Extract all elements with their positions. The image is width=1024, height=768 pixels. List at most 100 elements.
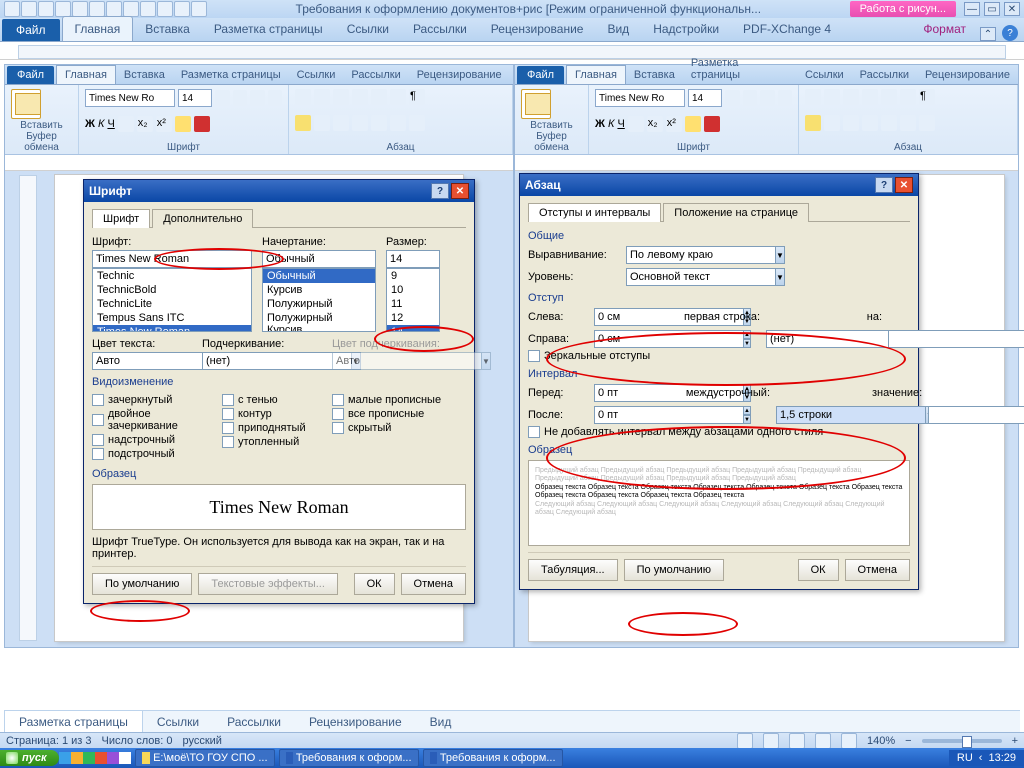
quicklaunch-icon[interactable] (83, 752, 95, 764)
quicklaunch-icon[interactable] (107, 752, 119, 764)
tab-pagelayout[interactable]: Разметка страницы (202, 17, 335, 41)
view-read-icon[interactable] (763, 733, 779, 749)
tray-clock[interactable]: 13:29 (988, 752, 1016, 764)
before-spinner[interactable]: ▲▼ (594, 384, 664, 402)
taskbar-item-explorer[interactable]: E:\моё\ТО ГОУ СПО ... (135, 749, 275, 767)
inner-tab-refs[interactable]: Ссылки (143, 711, 213, 733)
font-cancel-button[interactable]: Отмена (401, 573, 466, 595)
view-print-icon[interactable] (737, 733, 753, 749)
chk-shadow[interactable]: с тенью (222, 394, 332, 406)
tab-home[interactable]: Главная (62, 16, 134, 41)
chk-noadd-spacing[interactable]: Не добавлять интервал между абзацами одн… (528, 426, 910, 438)
minimize-button[interactable]: — (964, 2, 980, 16)
firstline-by-spinner[interactable]: ▲▼ (888, 330, 928, 348)
system-tray[interactable]: RU ‹ 13:29 (949, 750, 1024, 766)
style-listbox[interactable]: Обычный Курсив Полужирный Полужирный Кур… (262, 268, 376, 332)
restore-button[interactable]: ▭ (984, 2, 1000, 16)
chk-smallcaps[interactable]: малые прописные (332, 394, 452, 406)
quicklaunch-icon[interactable] (71, 752, 83, 764)
tab-review[interactable]: Рецензирование (479, 17, 596, 41)
quicklaunch-icon[interactable] (119, 752, 131, 764)
help-icon[interactable]: ? (1002, 25, 1018, 41)
close-button[interactable]: ✕ (1004, 2, 1020, 16)
chk-outline[interactable]: контур (222, 408, 332, 420)
tab-pdfxchange[interactable]: PDF-XChange 4 (731, 17, 843, 41)
preview-icon[interactable] (72, 1, 88, 17)
para-ok-button[interactable]: ОК (798, 559, 839, 581)
dialog-help-icon[interactable]: ? (431, 183, 449, 199)
start-button[interactable]: пуск (0, 750, 59, 766)
status-lang[interactable]: русский (182, 735, 221, 747)
underline-combo[interactable]: ▼ (202, 352, 322, 370)
tab-mailings[interactable]: Рассылки (401, 17, 479, 41)
size-input[interactable] (386, 250, 440, 268)
status-page[interactable]: Страница: 1 из 3 (6, 735, 92, 747)
tray-chevron-icon[interactable]: ‹ (979, 752, 983, 764)
save-icon[interactable] (21, 1, 37, 17)
taskbar-item-word1[interactable]: Требования к оформ... (279, 749, 419, 767)
font-color-combo[interactable]: ▼ (92, 352, 192, 370)
alignment-combo[interactable]: ▼ (626, 246, 746, 264)
chk-dstrike[interactable]: двойное зачеркивание (92, 408, 222, 432)
dialog-help-icon[interactable]: ? (875, 177, 893, 193)
outline-combo[interactable]: ▼ (626, 268, 746, 286)
view-draft-icon[interactable] (841, 733, 857, 749)
chk-mirror-indents[interactable]: Зеркальные отступы (528, 350, 910, 362)
chk-strike[interactable]: зачеркнутый (92, 394, 222, 406)
chk-engrave[interactable]: утопленный (222, 436, 332, 448)
chk-allcaps[interactable]: все прописные (332, 408, 452, 420)
linespacing-at-spinner[interactable]: ▲▼ (928, 406, 968, 424)
tab-view[interactable]: Вид (595, 17, 641, 41)
view-web-icon[interactable] (789, 733, 805, 749)
indent-left-spinner[interactable]: ▲▼ (594, 308, 664, 326)
inner-tab-mail[interactable]: Рассылки (213, 711, 295, 733)
dialog-close-icon[interactable]: ✕ (451, 183, 469, 199)
quickprint-icon[interactable] (106, 1, 122, 17)
ribbon-minimize-icon[interactable]: ⌃ (980, 27, 996, 41)
undo-icon[interactable] (140, 1, 156, 17)
size-listbox[interactable]: 9 10 11 12 14 (386, 268, 440, 332)
firstline-combo[interactable]: ▼ (766, 330, 846, 348)
font-dlg-tab-adv[interactable]: Дополнительно (152, 209, 253, 228)
zoom-slider[interactable] (922, 739, 1002, 743)
linespacing-combo[interactable]: ▼ (776, 406, 866, 424)
print-icon[interactable] (89, 1, 105, 17)
font-dialog-titlebar[interactable]: Шрифт ? ✕ (84, 180, 474, 202)
para-cancel-button[interactable]: Отмена (845, 559, 910, 581)
horizontal-ruler[interactable] (0, 42, 1024, 60)
chk-sub[interactable]: подстрочный (92, 448, 222, 460)
inner-tab-view[interactable]: Вид (416, 711, 466, 733)
chk-emboss[interactable]: приподнятый (222, 422, 332, 434)
tab-references[interactable]: Ссылки (335, 17, 401, 41)
view-outline-icon[interactable] (815, 733, 831, 749)
para-dialog-titlebar[interactable]: Абзац ? ✕ (520, 174, 918, 196)
inner-tab-review[interactable]: Рецензирование (295, 711, 416, 733)
font-listbox[interactable]: Technic TechnicBold TechnicLite Tempus S… (92, 268, 252, 332)
quicklaunch-icon[interactable] (59, 752, 71, 764)
para-tab-indents[interactable]: Отступы и интервалы (528, 203, 661, 222)
tab-insert[interactable]: Вставка (133, 17, 202, 41)
taskbar-item-word2[interactable]: Требования к оформ... (423, 749, 563, 767)
inner-tab-layout[interactable]: Разметка страницы (4, 710, 143, 733)
tab-addins[interactable]: Надстройки (641, 17, 731, 41)
tray-lang[interactable]: RU (957, 752, 973, 764)
font-ok-button[interactable]: ОК (354, 573, 395, 595)
new-icon[interactable] (38, 1, 54, 17)
quicklaunch-icon[interactable] (95, 752, 107, 764)
font-default-button[interactable]: По умолчанию (92, 573, 192, 595)
tab-format[interactable]: Формат (911, 17, 978, 41)
style-input[interactable] (262, 250, 376, 268)
after-spinner[interactable]: ▲▼ (594, 406, 664, 424)
open-icon[interactable] (55, 1, 71, 17)
file-tab[interactable]: Файл (2, 19, 60, 41)
indent-right-spinner[interactable]: ▲▼ (594, 330, 664, 348)
chk-hidden[interactable]: скрытый (332, 422, 452, 434)
redo-icon[interactable] (157, 1, 173, 17)
tabs-button[interactable]: Табуляция... (528, 559, 618, 581)
picture-tools-tab[interactable]: Работа с рисун... (850, 1, 956, 17)
table-icon[interactable] (174, 1, 190, 17)
spellcheck-icon[interactable] (123, 1, 139, 17)
font-input[interactable] (92, 250, 252, 268)
para-default-button[interactable]: По умолчанию (624, 559, 724, 581)
para-tab-position[interactable]: Положение на странице (663, 203, 809, 222)
